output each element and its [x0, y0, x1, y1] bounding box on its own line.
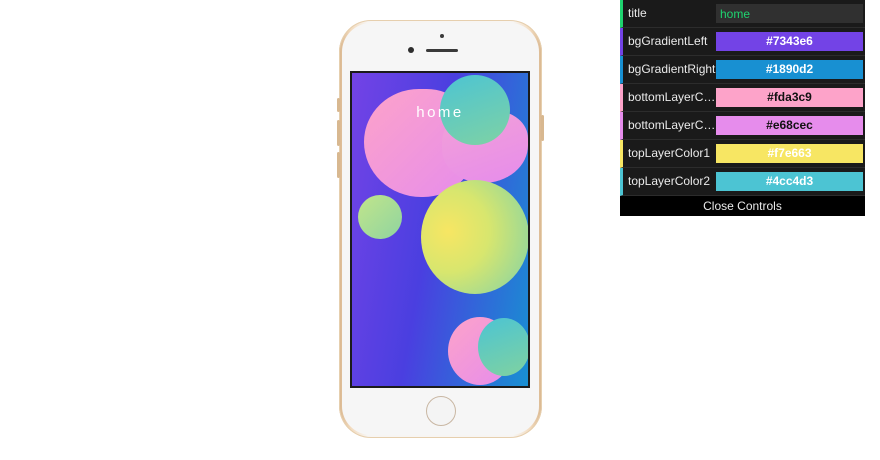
control-label: bottomLayerCo… [628, 118, 716, 132]
top-layer-blob [421, 180, 528, 294]
control-label: title [628, 6, 647, 20]
control-row-bg-gradient-left: bgGradientLeft #7343e6 [620, 28, 865, 56]
control-label: bgGradientRight [628, 62, 716, 76]
mute-switch [337, 98, 340, 112]
color-swatch-input[interactable]: #f7e663 [716, 144, 863, 163]
control-label: bgGradientLeft [628, 34, 708, 48]
control-row-top-layer-color2: topLayerColor2 #4cc4d3 [620, 168, 865, 196]
controls-panel: title bgGradientLeft #7343e6 bgGradientR… [620, 0, 865, 216]
control-row-title: title [620, 0, 865, 28]
power-button [541, 115, 544, 141]
phone-screen: home [350, 71, 530, 388]
title-input[interactable] [716, 4, 863, 23]
control-label: bottomLayerCo… [628, 90, 716, 104]
control-label: topLayerColor1 [628, 146, 711, 160]
volume-down-button [337, 152, 340, 178]
home-button[interactable] [426, 396, 456, 426]
top-layer-blob [478, 318, 528, 376]
control-row-bottom-layer-color1: bottomLayerCo… #fda3c9 [620, 84, 865, 112]
color-swatch-input[interactable]: #fda3c9 [716, 88, 863, 107]
front-camera [408, 47, 414, 53]
color-swatch-input[interactable]: #1890d2 [716, 60, 863, 79]
control-label: topLayerColor2 [628, 174, 711, 188]
control-row-top-layer-color1: topLayerColor1 #f7e663 [620, 140, 865, 168]
screen-title: home [416, 104, 464, 121]
color-swatch-input[interactable]: #7343e6 [716, 32, 863, 51]
color-swatch-input[interactable]: #e68cec [716, 116, 863, 135]
close-controls-button[interactable]: Close Controls [620, 196, 865, 216]
top-layer-blob [358, 195, 402, 239]
control-row-bg-gradient-right: bgGradientRight #1890d2 [620, 56, 865, 84]
proximity-sensor [440, 34, 444, 38]
control-row-bottom-layer-color2: bottomLayerCo… #e68cec [620, 112, 865, 140]
earpiece-speaker [426, 49, 458, 52]
color-swatch-input[interactable]: #4cc4d3 [716, 172, 863, 191]
volume-up-button [337, 120, 340, 146]
